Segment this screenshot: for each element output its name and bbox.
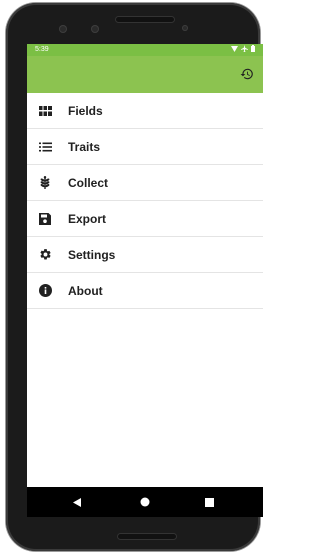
history-button[interactable] [237,64,257,84]
menu-label-about: About [68,283,103,298]
status-bar: 5:39 [27,44,263,56]
menu-item-traits[interactable]: Traits [27,129,263,165]
menu-label-traits: Traits [68,139,101,154]
front-sensor [91,25,99,33]
menu-label-export: Export [68,211,107,226]
menu-label-fields: Fields [68,103,103,118]
back-button[interactable] [67,492,87,512]
menu-item-fields[interactable]: Fields [27,93,263,129]
recents-button[interactable] [199,492,219,512]
gear-icon [38,248,52,262]
menu-item-about[interactable]: About [27,273,263,309]
back-icon [73,497,81,507]
app-toolbar [27,56,263,93]
info-icon [38,284,52,298]
status-time: 5:39 [35,46,49,53]
save-icon [38,212,52,226]
airplane-icon [241,45,248,52]
menu-item-settings[interactable]: Settings [27,237,263,273]
bottom-speaker [118,534,176,539]
earpiece-speaker [116,17,174,22]
list-icon [38,140,52,154]
grid-icon [38,104,52,118]
proximity-sensor [182,25,188,31]
home-button[interactable] [135,492,155,512]
front-camera [59,25,67,33]
battery-icon [251,45,255,52]
app-screen: 5:39 Fields Traits Collect Export Settin… [27,44,263,517]
status-icons [231,45,255,52]
menu-label-collect: Collect [68,175,109,190]
menu-item-collect[interactable]: Collect [27,165,263,201]
main-menu: Fields Traits Collect Export Settings Ab… [27,93,263,309]
menu-item-export[interactable]: Export [27,201,263,237]
wifi-icon [231,45,238,52]
system-nav-bar [27,487,263,517]
wheat-icon [38,176,52,190]
recents-icon [204,497,214,507]
home-icon [140,497,150,507]
menu-label-settings: Settings [68,247,116,262]
history-icon [240,68,253,80]
